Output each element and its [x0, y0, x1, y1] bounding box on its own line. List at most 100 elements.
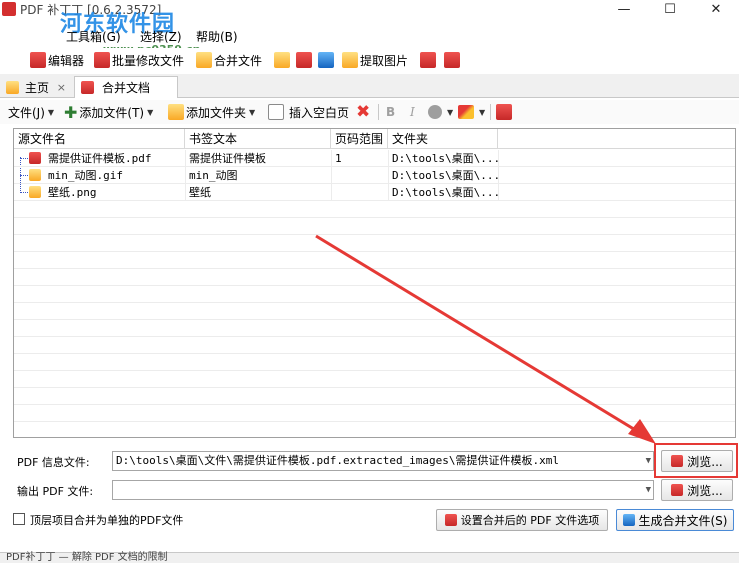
empty-row: [14, 371, 735, 388]
empty-row: [14, 286, 735, 303]
tab-merge[interactable]: 合并文档: [74, 76, 178, 98]
highlighter-icon: [458, 105, 474, 119]
menu-toolbox[interactable]: 工具箱(G): [66, 28, 121, 45]
toolbar-separator: [490, 104, 491, 120]
table-row[interactable]: min_动图.gif min_动图 D:\tools\桌面\...: [14, 167, 735, 184]
empty-row: [14, 405, 735, 422]
column-header-folder[interactable]: 文件夹: [388, 129, 498, 149]
marker-button[interactable]: ▼: [458, 102, 485, 122]
tool-a-button[interactable]: [274, 50, 292, 70]
save-icon: [622, 514, 635, 526]
tab-home[interactable]: 主页 ×: [0, 76, 72, 98]
open-file-icon: [671, 484, 684, 496]
chevron-down-icon[interactable]: ▼: [646, 481, 651, 499]
table-row[interactable]: 壁纸.png 壁纸 D:\tools\桌面\...: [14, 184, 735, 201]
folder-path: D:\tools\桌面\...: [392, 152, 498, 165]
home-icon: [6, 80, 19, 94]
highlight-box: [654, 443, 738, 478]
chevron-down-icon: ▼: [479, 107, 486, 117]
pdf-info-file-combo[interactable]: D:\tools\桌面\文件\需提供证件模板.pdf.extracted_ima…: [112, 451, 654, 471]
top-level-checkbox[interactable]: [13, 513, 25, 525]
empty-row: [14, 354, 735, 371]
status-bar: PDF补丁丁 — 解除 PDF 文档的限制: [0, 552, 739, 563]
editor-button[interactable]: 编辑器: [30, 50, 84, 70]
generate-merge-button[interactable]: 生成合并文件(S): [616, 509, 734, 531]
plus-icon: ✚: [64, 102, 78, 122]
blank-page-icon: [268, 104, 284, 120]
merge-icon: [196, 52, 212, 68]
close-button[interactable]: ✕: [693, 0, 739, 18]
extract-images-button[interactable]: 提取图片: [342, 50, 408, 70]
list-header: 源文件名 书签文本 页码范围 文件夹: [14, 129, 735, 149]
merge-files-label: 合并文件: [214, 53, 263, 68]
menu-select[interactable]: 选择(Z): [140, 28, 182, 45]
tab-home-label: 主页: [25, 80, 50, 95]
empty-row: [14, 269, 735, 286]
empty-row: [14, 218, 735, 235]
add-folder-label: 添加文件夹: [186, 105, 247, 120]
source-file-name: 需提供证件模板.pdf: [48, 152, 152, 165]
source-file-name: min_动图.gif: [48, 169, 123, 182]
chevron-down-icon: ▼: [249, 107, 256, 117]
file-menu-button[interactable]: 文件(J) ▼: [8, 102, 54, 122]
tool-c-button[interactable]: [318, 50, 336, 70]
delete-icon[interactable]: ✖: [356, 102, 370, 122]
batch-modify-button[interactable]: 批量修改文件: [94, 50, 184, 70]
app-icon: [2, 2, 16, 16]
tree-branch: [20, 158, 28, 159]
color-palette-icon: [428, 105, 442, 119]
merge-tab-icon: [81, 81, 94, 94]
insert-blank-label: 插入空白页: [289, 105, 350, 120]
insert-blank-button[interactable]: 插入空白页: [268, 102, 349, 122]
tool-d-button[interactable]: [420, 50, 438, 70]
file-list[interactable]: 源文件名 书签文本 页码范围 文件夹 需提供证件模板.pdf 需提供证件模板 1…: [13, 128, 736, 438]
minimize-button[interactable]: —: [601, 0, 647, 18]
menu-help[interactable]: 帮助(B): [196, 28, 238, 45]
page-range: 1: [335, 152, 342, 165]
tool-b-button[interactable]: [296, 50, 314, 70]
page-range: [331, 184, 388, 201]
export-bookmark-button[interactable]: [496, 102, 514, 122]
bookmark-text: 壁纸: [189, 186, 211, 199]
italic-button[interactable]: I: [410, 102, 415, 122]
column-header-bookmark[interactable]: 书签文本: [185, 129, 331, 149]
output-pdf-combo[interactable]: ▼: [112, 480, 654, 500]
add-folder-button[interactable]: 添加文件夹 ▼: [168, 102, 255, 122]
column-divider: [331, 150, 332, 201]
bookmark-export-icon: [496, 104, 512, 120]
merge-toolbar: 文件(J) ▼ ✚ 添加文件(T) ▼ 添加文件夹 ▼ 插入空白页 ✖ B I ▼ ▼: [0, 100, 739, 124]
column-divider: [498, 150, 499, 201]
empty-row: [14, 235, 735, 252]
tree-branch: [20, 175, 28, 176]
browse-output-button[interactable]: 浏览...: [661, 479, 733, 501]
merge-files-button[interactable]: 合并文件: [196, 50, 262, 70]
color-button[interactable]: ▼: [428, 102, 453, 122]
image-file-icon: [29, 169, 41, 181]
close-tab-home-icon[interactable]: ×: [57, 81, 66, 94]
image-file-icon: [29, 186, 41, 198]
bookmark-text: 需提供证件模板: [189, 152, 266, 165]
chevron-down-icon: ▼: [147, 107, 154, 117]
add-file-button[interactable]: ✚ 添加文件(T) ▼: [64, 102, 153, 122]
column-header-pages[interactable]: 页码范围: [331, 129, 388, 149]
chevron-down-icon[interactable]: ▼: [646, 452, 651, 470]
pdf-file-icon: [29, 152, 41, 164]
source-file-name: 壁纸.png: [48, 186, 97, 199]
bold-button[interactable]: B: [386, 102, 395, 122]
table-row[interactable]: 需提供证件模板.pdf 需提供证件模板 1 D:\tools\桌面\...: [14, 150, 735, 167]
tool-e-button[interactable]: [444, 50, 462, 70]
pdf-info-file-value: D:\tools\桌面\文件\需提供证件模板.pdf.extracted_ima…: [116, 454, 560, 467]
chevron-down-icon: ▼: [47, 107, 55, 117]
pdf-editor-icon: [30, 52, 46, 68]
merge-settings-label: 设置合并后的 PDF 文件选项: [460, 514, 600, 527]
maximize-button[interactable]: ☐: [647, 0, 693, 18]
empty-row: [14, 201, 735, 218]
menu-bar: 工具箱(G) 选择(Z) 帮助(B): [0, 26, 739, 46]
merge-settings-button[interactable]: 设置合并后的 PDF 文件选项: [436, 509, 608, 531]
wand-icon: [274, 52, 290, 68]
chevron-down-icon: ▼: [447, 107, 454, 117]
toolbar-separator: [378, 104, 379, 120]
top-level-checkbox-label[interactable]: 顶层项目合并为单独的PDF文件: [30, 512, 183, 528]
folder-icon: [168, 104, 184, 120]
column-header-source[interactable]: 源文件名: [14, 129, 185, 149]
